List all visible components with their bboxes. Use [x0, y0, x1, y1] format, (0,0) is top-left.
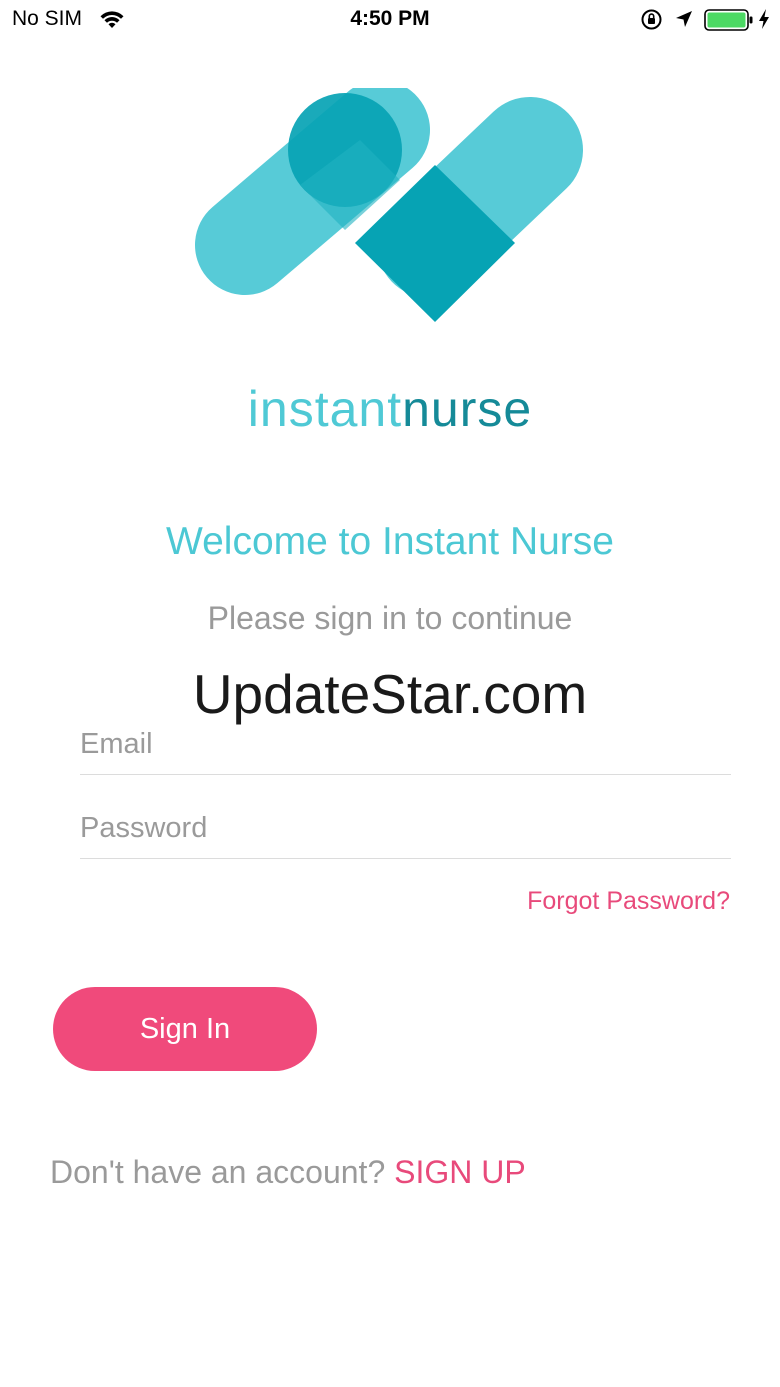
signup-prompt: Don't have an account? [50, 1154, 386, 1190]
forgot-password-link[interactable]: Forgot Password? [527, 887, 730, 916]
location-icon [676, 11, 692, 27]
charging-bolt-icon [759, 9, 769, 29]
welcome-title: Welcome to Instant Nurse [166, 520, 614, 563]
sign-up-link[interactable]: SIGN UP [394, 1154, 526, 1190]
logo-wordmark-instant: instant [247, 381, 403, 437]
email-field[interactable] [80, 714, 731, 775]
instantnurse-logo-icon [195, 88, 583, 322]
logo-wordmark-nurse: nurse [402, 381, 533, 437]
clock: 4:50 PM [350, 7, 430, 30]
status-bar: No SIM 4:50 PM [0, 0, 780, 40]
battery-icon [704, 9, 753, 31]
signin-subtitle: Please sign in to continue [207, 600, 573, 636]
orientation-lock-icon [641, 9, 662, 30]
logo-wordmark: instantnurse [0, 384, 780, 434]
signup-row: Don't have an account? SIGN UP [50, 1154, 526, 1191]
sign-in-button[interactable]: Sign In [53, 987, 317, 1071]
password-field[interactable] [80, 798, 731, 859]
